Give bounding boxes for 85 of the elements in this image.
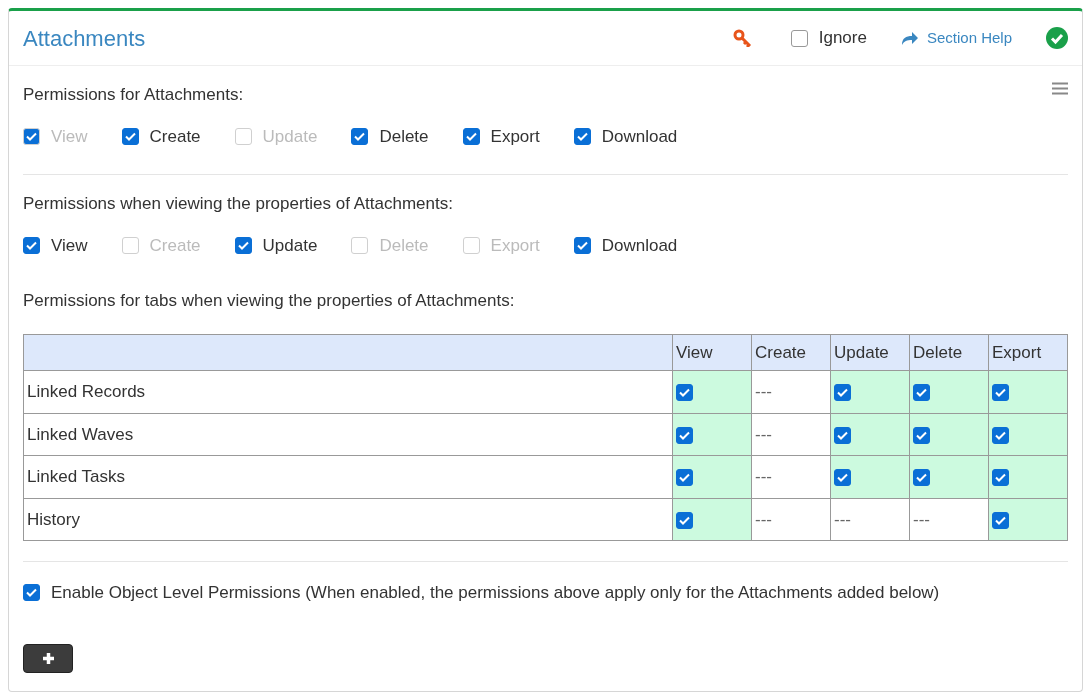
column-header: View	[672, 334, 752, 371]
checkbox-label: View	[51, 125, 88, 148]
section-label: Permissions for tabs when viewing the properties of Attachments:	[23, 290, 516, 312]
check-icon	[916, 473, 927, 482]
checkbox[interactable]	[992, 384, 1009, 401]
checkbox[interactable]	[992, 426, 1009, 444]
table-cell: ---	[830, 498, 910, 541]
checkbox[interactable]	[573, 236, 591, 254]
check-icon	[679, 430, 690, 440]
checkbox[interactable]	[121, 127, 139, 145]
check-icon	[354, 131, 366, 141]
check-icon	[837, 388, 848, 397]
checkbox-label: View	[51, 234, 88, 257]
table-cell: ---	[751, 498, 831, 541]
checkbox[interactable]	[992, 469, 1009, 486]
check-icon	[576, 131, 588, 141]
check-icon	[576, 240, 588, 250]
check-icon	[679, 473, 690, 482]
check-icon	[679, 388, 690, 397]
checkbox-label: Delete	[379, 125, 429, 148]
checkbox[interactable]	[462, 127, 480, 145]
check-icon	[916, 388, 927, 397]
section-label: Permissions for Attachments:	[23, 84, 244, 106]
table-cell: ---	[751, 455, 831, 498]
column-header: Export	[988, 334, 1068, 371]
check-icon	[995, 515, 1006, 525]
checkbox-label: Update	[262, 234, 318, 257]
checkbox-label: Export	[490, 234, 540, 257]
row-name-cell: Linked Waves	[23, 413, 673, 456]
table-cell: ---	[909, 498, 989, 541]
checkbox-label: Update	[262, 125, 318, 148]
column-header: Create	[751, 334, 831, 371]
check-icon	[837, 430, 848, 440]
plus-icon	[41, 651, 55, 665]
checkbox[interactable]	[913, 469, 930, 486]
checkbox[interactable]	[913, 384, 930, 401]
checkbox[interactable]	[23, 584, 40, 602]
checkbox[interactable]	[913, 426, 930, 444]
checkbox-label: Download	[601, 125, 678, 148]
checkbox[interactable]	[23, 236, 40, 254]
ignore-label: Ignore	[818, 27, 867, 50]
checkbox[interactable]	[573, 127, 591, 145]
check-icon	[237, 240, 249, 250]
check-icon	[995, 430, 1006, 440]
checkbox-label: Create	[149, 125, 201, 148]
row-name-cell: History	[23, 498, 673, 541]
checkbox-label: Download	[601, 234, 678, 257]
checkbox-label: Create	[149, 234, 201, 257]
checkbox[interactable]	[834, 426, 851, 444]
checkbox-label: Enable Object Level Permissions (When enabled, the permissions above apply only for the Attachments added below)	[51, 582, 940, 604]
check-icon	[995, 388, 1006, 397]
checkbox[interactable]	[834, 384, 851, 401]
checkbox[interactable]	[676, 384, 693, 401]
section-label: Permissions when viewing the properties of Attachments:	[23, 193, 453, 215]
check-icon	[465, 131, 477, 141]
section-title: Attachments	[23, 24, 146, 53]
add-button[interactable]	[23, 643, 73, 673]
check-icon	[26, 131, 37, 141]
checkbox[interactable]	[676, 511, 693, 529]
section-help-link[interactable]: Section Help	[926, 26, 1012, 50]
checkbox[interactable]	[351, 127, 369, 145]
checkbox[interactable]	[992, 511, 1009, 529]
column-header: Delete	[909, 334, 989, 371]
checkbox[interactable]	[676, 426, 693, 444]
checkbox[interactable]	[234, 236, 252, 254]
check-icon	[26, 240, 37, 250]
checkbox[interactable]	[676, 469, 693, 486]
share-arrow-icon	[900, 30, 919, 46]
check-icon	[26, 588, 37, 598]
check-icon	[679, 515, 690, 525]
key-icon[interactable]	[732, 29, 753, 47]
menu-icon[interactable]	[1052, 82, 1068, 95]
row-name-cell: Linked Tasks	[23, 455, 673, 498]
checkbox[interactable]	[834, 469, 851, 486]
row-name-cell: Linked Records	[23, 370, 673, 413]
table-cell: ---	[751, 413, 831, 456]
column-header: Update	[830, 334, 910, 371]
checkbox-label: Export	[490, 125, 540, 148]
checkbox[interactable]	[790, 29, 808, 47]
check-icon	[995, 473, 1006, 482]
table-cell: ---	[751, 370, 831, 413]
check-icon	[916, 430, 927, 440]
checkbox-label: Delete	[379, 234, 429, 257]
check-icon	[124, 131, 136, 141]
check-icon	[837, 473, 848, 482]
